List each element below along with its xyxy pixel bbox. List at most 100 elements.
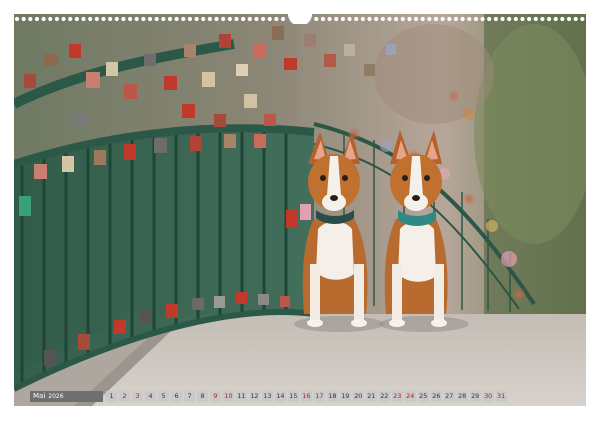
binding-hole <box>68 16 73 22</box>
binding-hole <box>247 16 252 22</box>
month-name: Mai <box>33 392 46 400</box>
day-cell: 20 <box>352 391 364 402</box>
binding-hole <box>134 16 139 22</box>
binding-hole <box>360 16 365 22</box>
binding-hole <box>114 16 119 22</box>
binding-hole <box>487 16 492 22</box>
day-cell: 26 <box>430 391 442 402</box>
binding-hole <box>14 16 20 22</box>
day-cell: 3 <box>131 391 144 402</box>
binding-hole <box>380 16 385 22</box>
day-cell: 8 <box>196 391 209 402</box>
binding-hole <box>546 16 552 22</box>
binding-hole <box>553 16 558 22</box>
binding-hole <box>174 16 179 22</box>
binding-hole <box>420 16 425 22</box>
day-cell: 7 <box>183 391 196 402</box>
binding-hole <box>334 16 339 22</box>
binding-hole <box>194 16 199 22</box>
day-cell: 17 <box>313 391 325 402</box>
binding-hole <box>127 16 133 22</box>
binding-hole <box>167 16 173 22</box>
binding-hole <box>460 16 465 22</box>
binding-hole <box>280 16 286 22</box>
binding-hole <box>407 16 412 22</box>
binding-hole <box>161 16 166 22</box>
binding-hole <box>314 16 319 22</box>
binding-hole <box>400 16 405 22</box>
binding-hole <box>453 16 459 22</box>
binding-hole <box>201 16 206 22</box>
binding-hole <box>101 16 106 22</box>
binding-hole <box>61 16 66 22</box>
binding-hole <box>94 16 99 22</box>
binding-hole <box>387 16 392 22</box>
day-cell: 22 <box>378 391 390 402</box>
binding-hole <box>394 16 399 22</box>
binding-hole <box>467 16 472 22</box>
binding-hole <box>34 16 40 22</box>
binding-hole <box>108 16 113 22</box>
day-cell: 2 <box>118 391 131 402</box>
binding-hole <box>473 16 479 22</box>
binding-hole <box>21 16 26 22</box>
binding-hole <box>413 16 419 22</box>
binding-hole <box>440 16 445 22</box>
binding-hole <box>320 16 326 22</box>
day-cell: 19 <box>339 391 351 402</box>
binding-hole <box>480 16 485 22</box>
day-cell: 29 <box>469 391 481 402</box>
day-cell: 27 <box>443 391 455 402</box>
binding-hole <box>374 16 379 22</box>
month-year: 2026 <box>48 393 64 400</box>
binding-hole <box>241 16 246 22</box>
binding-hole <box>214 16 219 22</box>
binding-hole <box>520 16 525 22</box>
day-cell: 11 <box>235 391 248 402</box>
month-label: Mai 2026 <box>30 391 103 402</box>
day-cell: 5 <box>157 391 170 402</box>
day-cell: 30 <box>482 391 494 402</box>
day-cell: 31 <box>495 391 507 402</box>
binding-hole <box>88 16 93 22</box>
binding-hole <box>447 16 452 22</box>
binding-hole <box>187 16 193 22</box>
binding-hole <box>507 16 512 22</box>
wire-binding-icon <box>14 14 586 24</box>
binding-hole <box>221 16 226 22</box>
binding-hole <box>340 16 346 22</box>
day-cell: 9 <box>209 391 222 402</box>
binding-hole <box>207 16 212 22</box>
binding-hole <box>227 16 232 22</box>
calendar-photo <box>14 14 586 406</box>
day-cell: 25 <box>417 391 429 402</box>
day-cell: 16 <box>300 391 312 402</box>
binding-hole <box>500 16 505 22</box>
day-cell: 1 <box>106 391 118 402</box>
binding-hole <box>566 16 572 22</box>
binding-hole <box>141 16 146 22</box>
day-cell: 14 <box>274 391 286 402</box>
day-cell: 21 <box>365 391 377 402</box>
calendar-page: Mai 2026 1 2 3 4 5 6 7 8 9 10 11 12 13 14 15 16 17 18 19 20 2… <box>0 0 600 432</box>
day-cell: 15 <box>287 391 299 402</box>
binding-hole <box>54 16 60 22</box>
binding-hole <box>267 16 272 22</box>
day-cell: 24 <box>404 391 416 402</box>
binding-hole <box>41 16 46 22</box>
binding-hole <box>533 16 538 22</box>
binding-hole <box>28 16 33 22</box>
binding-hole <box>367 16 372 22</box>
day-cell: 12 <box>248 391 261 402</box>
binding-hole <box>527 16 532 22</box>
day-cells: 1 2 3 4 5 6 7 8 9 10 11 12 13 14 15 16 17 18 19 20 21 22 23 24 2… <box>106 391 509 402</box>
binding-hole <box>121 16 126 22</box>
binding-hole <box>347 16 352 22</box>
binding-hole <box>234 16 239 22</box>
binding-hole <box>540 16 545 22</box>
day-cell: 4 <box>144 391 157 402</box>
binding-hole <box>254 16 259 22</box>
day-cell: 28 <box>456 391 468 402</box>
binding-hole <box>493 16 498 22</box>
day-cell: 10 <box>222 391 235 402</box>
